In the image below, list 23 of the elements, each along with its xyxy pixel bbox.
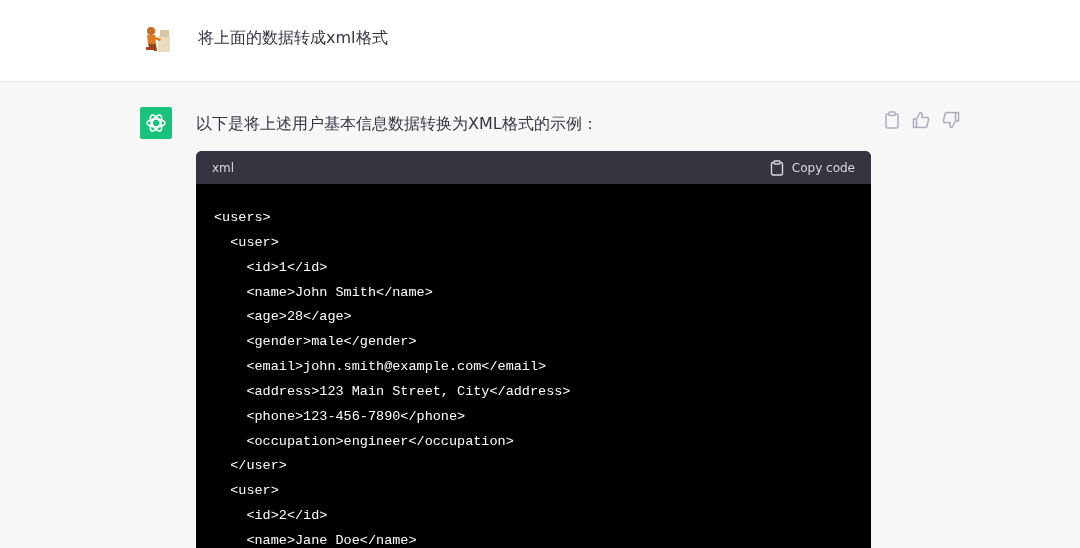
copy-code-button[interactable]: Copy code: [769, 159, 855, 176]
code-line: <users>: [214, 210, 271, 225]
code-language: xml: [212, 160, 235, 175]
code-line: <phone>123-456-7890</phone>: [245, 408, 466, 424]
code-line: <name>John Smith</name>: [245, 284, 433, 300]
code-line: <id>1</id>: [245, 259, 328, 275]
user-message: 将上面的数据转成xml格式: [198, 28, 388, 49]
code-line: <name>Jane Doe</name>: [245, 532, 417, 548]
code-line: <id>2</id>: [245, 508, 328, 524]
clipboard-icon: [769, 159, 784, 176]
assistant-message: 以下是将上述用户基本信息数据转换为XML格式的示例：: [196, 113, 599, 135]
code-line: <address>123 Main Street, City</address>: [245, 383, 571, 399]
code-line: <user>: [229, 234, 279, 250]
thumbs-down-icon[interactable]: [942, 111, 960, 129]
code-line: <gender>male</gender>: [245, 334, 417, 350]
thumbs-up-icon[interactable]: [912, 111, 930, 129]
code-line: <email>john.smith@example.com</email>: [245, 359, 547, 375]
clipboard-icon[interactable]: [884, 111, 900, 129]
code-line: </user>: [229, 458, 287, 474]
assistant-logo-icon: [140, 107, 172, 139]
code-line: <age>28</age>: [245, 309, 352, 325]
code-line: <user>: [229, 483, 279, 499]
code-line: <occupation>engineer</occupation>: [245, 433, 514, 449]
